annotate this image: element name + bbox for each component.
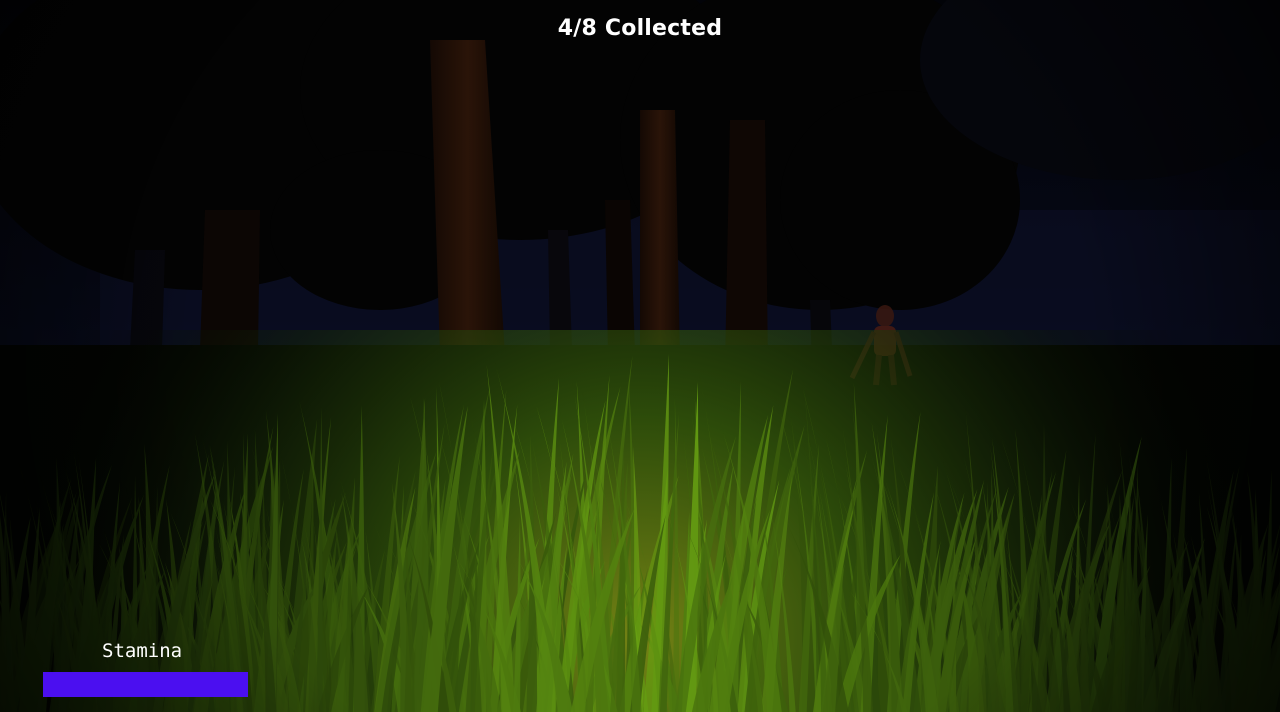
vignette bbox=[0, 0, 1280, 712]
collected-counter: 4/8 Collected bbox=[557, 16, 723, 41]
stamina-bar bbox=[43, 672, 248, 697]
game-viewport[interactable] bbox=[0, 0, 1280, 712]
stamina-label: Stamina bbox=[102, 640, 183, 662]
stamina-bar-fill bbox=[43, 672, 248, 697]
